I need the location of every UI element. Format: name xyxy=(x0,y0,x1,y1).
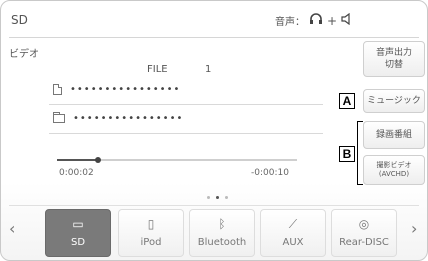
source-title: SD xyxy=(11,13,28,27)
media-category: ビデオ xyxy=(9,49,39,60)
callout-a: A xyxy=(339,93,355,109)
source-label: AUX xyxy=(282,237,304,248)
source-button-rear-disc[interactable]: ◎ Rear-DISC xyxy=(331,209,397,257)
aux-cable-icon: ⟋ xyxy=(288,217,298,231)
recorded-programs-button[interactable]: 録画番組 xyxy=(363,121,425,149)
source-button-aux[interactable]: ⟋ AUX xyxy=(260,209,326,257)
recorded-programs-label: 録画番組 xyxy=(375,130,412,140)
track-row: •••••••••••••••• xyxy=(53,84,180,95)
disc-icon: ◎ xyxy=(358,217,370,231)
scroll-left-arrow[interactable]: ‹ xyxy=(9,219,15,238)
folder-icon xyxy=(53,112,65,123)
scroll-right-arrow[interactable]: › xyxy=(411,219,417,238)
speaker-icon xyxy=(341,12,353,28)
music-label: ミュージック xyxy=(367,96,421,106)
audio-output-indicator: 音声： + xyxy=(275,12,353,28)
source-label: iPod xyxy=(140,237,162,248)
header-divider xyxy=(9,37,419,38)
audio-screen: SD 音声： + ビデオ FILE 1 •••••••••••••••• •••… xyxy=(0,0,428,261)
file-label: FILE xyxy=(147,64,168,75)
page-indicator xyxy=(207,196,228,199)
folder-row: •••••••••••••••• xyxy=(53,112,184,124)
source-button-ipod[interactable]: ▯ iPod xyxy=(118,209,184,257)
ipod-icon: ▯ xyxy=(147,217,155,231)
headphones-icon xyxy=(309,13,323,28)
row-divider xyxy=(49,104,323,105)
page-dot xyxy=(207,196,210,199)
track-title: •••••••••••••••• xyxy=(70,84,181,95)
file-icon xyxy=(53,84,62,95)
audio-output-switch-label: 音声出力 切替 xyxy=(375,48,412,70)
audio-plus: + xyxy=(327,13,338,28)
page-dot xyxy=(225,196,228,199)
sd-card-icon: ▭ xyxy=(72,217,84,231)
time-elapsed: 0:00:02 xyxy=(59,168,94,178)
avchd-video-label: 撮影ビデオ (AVCHD) xyxy=(376,161,412,178)
avchd-video-button[interactable]: 撮影ビデオ (AVCHD) xyxy=(363,155,425,185)
callout-bracket xyxy=(357,121,363,185)
page-dot xyxy=(216,196,219,199)
source-button-bluetooth[interactable]: ᛒ Bluetooth xyxy=(189,209,255,257)
folder-name: •••••••••••••••• xyxy=(73,113,184,124)
source-label: Rear-DISC xyxy=(339,237,389,248)
time-remaining: -0:00:10 xyxy=(251,168,289,178)
callout-b: B xyxy=(339,146,355,162)
source-label: SD xyxy=(70,237,86,248)
music-button[interactable]: ミュージック xyxy=(363,89,425,113)
progress-fill xyxy=(57,159,98,161)
progress-bar[interactable] xyxy=(57,157,297,163)
progress-knob[interactable] xyxy=(94,157,101,163)
row-divider xyxy=(49,133,323,134)
bluetooth-icon: ᛒ xyxy=(218,217,226,231)
file-number: 1 xyxy=(205,64,212,75)
source-bar-divider xyxy=(9,205,419,206)
audio-output-switch-button[interactable]: 音声出力 切替 xyxy=(363,41,425,77)
source-label: Bluetooth xyxy=(197,237,247,248)
audio-label: 音声： xyxy=(275,17,305,28)
source-button-sd[interactable]: ▭ SD xyxy=(45,209,111,257)
